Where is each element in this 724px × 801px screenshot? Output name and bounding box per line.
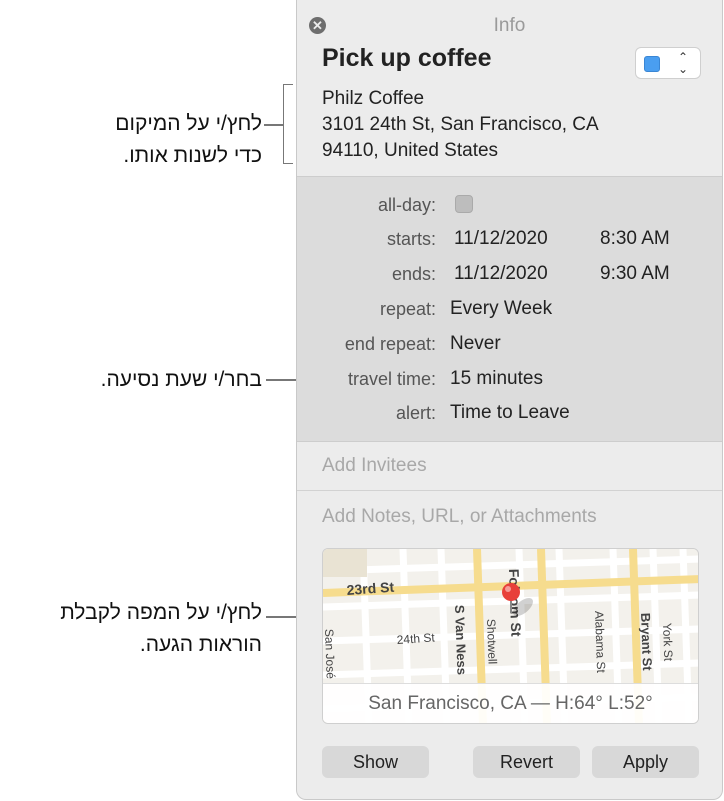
starts-date[interactable]: 11/12/2020 [454, 228, 548, 250]
end-repeat-label: end repeat: [344, 334, 436, 354]
show-button[interactable]: Show [322, 746, 429, 778]
callout-location-line1: לחץ/י על המיקום [115, 112, 262, 135]
calendar-color-select[interactable]: ⌃ ⌄ [635, 47, 701, 79]
apply-button[interactable]: Apply [592, 746, 699, 778]
location-name: Philz Coffee [322, 88, 425, 109]
map-label-alabama-st: Alabama St [592, 611, 608, 674]
callout-location-line2: כדי לשנות אותו. [123, 144, 262, 167]
map-label-24th-st: 24th St [396, 630, 436, 647]
alert-select[interactable]: Time to Leave [450, 402, 570, 424]
add-invitees-field[interactable]: Add Invitees [322, 455, 427, 477]
travel-time-label: travel time: [347, 369, 436, 389]
event-info-popover: ✕ Info Pick up coffee ⌃ ⌄ Philz Coffee 31… [296, 0, 723, 800]
window-title: Info [493, 15, 526, 36]
ends-time[interactable]: 9:30 AM [600, 263, 670, 285]
divider [297, 490, 722, 491]
ends-date[interactable]: 11/12/2020 [454, 263, 548, 285]
callout-location-bracket [283, 84, 293, 164]
calendar-color-swatch [644, 56, 660, 72]
event-details: all-day: starts: 11/12/2020 8:30 AM ends… [297, 176, 722, 442]
map-weather-bar: San Francisco, CA — H:64° L:52° [323, 683, 698, 723]
event-title[interactable]: Pick up coffee [322, 44, 492, 73]
location-map[interactable]: 23rd St 24th St S Van Ness Shotwell Fols… [322, 548, 699, 724]
callout-map-line2: הוראות הגעה. [139, 633, 262, 656]
map-label-23rd-st: 23rd St [346, 579, 395, 598]
alert-label: alert: [395, 403, 436, 423]
starts-time[interactable]: 8:30 AM [600, 228, 670, 250]
location-address: 3101 24th St, San Francisco, CA [322, 114, 599, 135]
repeat-label: repeat: [379, 299, 436, 319]
add-notes-field[interactable]: Add Notes, URL, or Attachments [322, 506, 597, 528]
chevron-updown-icon: ⌃ ⌄ [677, 50, 689, 76]
callout-map: לחץ/י על המפה לקבלת הוראות הגעה. [60, 597, 262, 661]
event-location[interactable]: Philz Coffee 3101 24th St, San Francisco… [322, 86, 599, 164]
map-pin-icon [502, 583, 520, 601]
map-label-s-van-ness: S Van Ness [452, 605, 469, 676]
callout-location: לחץ/י על המיקום כדי לשנות אותו. [115, 108, 262, 172]
map-label-bryant-st: Bryant St [638, 613, 655, 672]
end-repeat-select[interactable]: Never [450, 333, 501, 355]
map-label-shotwell: Shotwell [484, 619, 500, 665]
starts-label: starts: [386, 229, 436, 249]
allday-label: all-day: [377, 195, 436, 215]
revert-button[interactable]: Revert [473, 746, 580, 778]
ends-label: ends: [391, 264, 436, 284]
map-label-san-jose: San José [323, 629, 338, 680]
map-label-york-st: York St [660, 623, 675, 662]
callout-map-line1: לחץ/י על המפה לקבלת [60, 601, 262, 624]
travel-time-select[interactable]: 15 minutes [450, 368, 543, 390]
callout-travel: בחר/י שעת נסיעה. [100, 368, 262, 391]
repeat-select[interactable]: Every Week [450, 298, 552, 320]
allday-checkbox[interactable] [455, 195, 473, 213]
title-bar: ✕ Info [297, 0, 722, 40]
location-address-line2: 94110, United States [322, 140, 499, 161]
callout-location-line [264, 124, 284, 126]
